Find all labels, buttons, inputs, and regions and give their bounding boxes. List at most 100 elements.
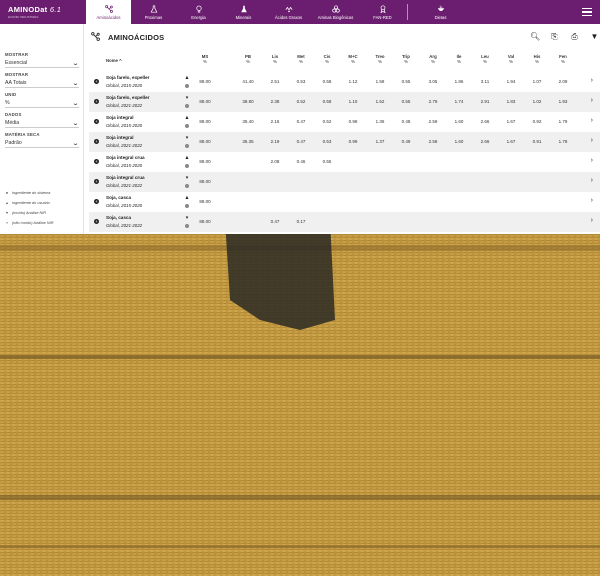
column-header-met[interactable]: Met%	[288, 54, 314, 68]
table-row[interactable]: + Soja farelo, expeller Global, 2021-2022 ▾…	[89, 92, 600, 112]
table-row[interactable]: + Soja farelo, expeller Global, 2015-2020 ▲…	[89, 72, 600, 92]
ingredient-region-period: Global, 2015-2020	[106, 163, 143, 168]
logo-text: AMINODat	[8, 5, 48, 14]
expand-row-button[interactable]: +	[94, 199, 99, 204]
table-row[interactable]: + Soja, casca Global, 2015-2020 ▲ 88.00 ›	[89, 192, 600, 212]
app-logo[interactable]: AMINODat 6.1 EVONIK INDUSTRIES	[0, 0, 86, 24]
chevron-right-icon[interactable]: ›	[591, 157, 593, 164]
person-icon: ▴	[5, 200, 8, 205]
filter-value: Padrão	[5, 140, 22, 146]
column-header-lis[interactable]: Lis%	[262, 54, 288, 68]
filter-select[interactable]: Padrão ⌄	[5, 140, 79, 148]
column-header-ile[interactable]: Ile%	[446, 54, 472, 68]
tab-proximas[interactable]: Proximas	[131, 0, 176, 24]
column-header-pb[interactable]: PB%	[235, 54, 261, 68]
tab-aminoacidos[interactable]: Aminoácidos	[86, 0, 131, 24]
column-header-trip[interactable]: Trip%	[393, 54, 419, 68]
cell-met: 0.17	[296, 219, 306, 224]
tab-fan-red[interactable]: FAN-RED	[360, 0, 405, 24]
expand-row-button[interactable]: +	[94, 139, 99, 144]
table-row[interactable]: + Soja integral crua Global, 2015-2020 ▲ 88.…	[89, 152, 600, 172]
cell-fen: 2.09	[558, 79, 568, 84]
column-header-m-c[interactable]: M+C%	[340, 54, 366, 68]
cell-leu: 2.91	[480, 99, 490, 104]
column-header-arg[interactable]: Arg%	[420, 54, 446, 68]
cell-ile: 1.60	[454, 139, 464, 144]
search-icon[interactable]: 🔍︎	[530, 32, 540, 41]
legend-user-ingredient: ▴ Ingrediente do usuário	[5, 200, 83, 205]
funnel-outline-icon: ▿	[5, 220, 8, 225]
page-title: AMINOÁCIDOS	[108, 33, 165, 42]
expand-row-button[interactable]: +	[94, 159, 99, 164]
filter-label: MOSTRAR	[5, 52, 29, 57]
cell-arg: 3.05	[428, 79, 438, 84]
tab-energia[interactable]: Energia	[176, 0, 221, 24]
table-row[interactable]: + Soja, casca Global, 2021-2022 ▾ 88.00 0.47 0…	[89, 212, 600, 232]
column-header-fen[interactable]: Fen%	[550, 54, 576, 68]
table-row[interactable]: + Soja integral crua Global, 2021-2022 ▾ 88.…	[89, 172, 600, 192]
header-unit: %	[535, 59, 539, 64]
column-header-cis[interactable]: Cis%	[314, 54, 340, 68]
column-header-name[interactable]: Nome ^	[106, 58, 136, 72]
column-header-leu[interactable]: Leu%	[472, 54, 498, 68]
table-row[interactable]: + Soja integral Global, 2021-2022 ▾ 88.00 35.…	[89, 132, 600, 152]
main-panel: AMINOÁCIDOS 🔍︎ ⎘ ⎙ ▼ Nome ^ MS% PB% Lis% Me…	[84, 24, 600, 234]
cell-his: 0.91	[532, 139, 542, 144]
expand-row-button[interactable]: +	[94, 99, 99, 104]
ingredient-name: Soja, casca	[106, 195, 132, 200]
tab-dietas[interactable]: Dietas	[418, 0, 463, 24]
tab-acidos-graxos[interactable]: Ácidos Graxos	[266, 0, 311, 24]
cell-cis: 0.58	[322, 79, 332, 84]
table-row[interactable]: + Soja integral Global, 2015-2020 ▲ 88.00 35.…	[89, 112, 600, 132]
expand-row-button[interactable]: +	[94, 79, 99, 84]
ingredient-name: Soja integral	[106, 135, 134, 140]
flask-icon	[150, 4, 157, 13]
cell-trip: 0.55	[401, 79, 411, 84]
drop-icon: ▲	[184, 154, 190, 162]
print-icon[interactable]: ⎙	[570, 32, 579, 41]
tab-minerais[interactable]: Minerais	[221, 0, 266, 24]
cell-arg: 2.59	[428, 119, 438, 124]
chevron-right-icon[interactable]: ›	[591, 217, 593, 224]
expand-row-button[interactable]: +	[94, 179, 99, 184]
ingredient-region-period: Global, 2015-2020	[106, 123, 143, 128]
cell-m-c: 1.10	[348, 99, 358, 104]
dot-icon	[185, 184, 189, 188]
filter-show-essential: MOSTRAR Essencial ⌄	[5, 52, 79, 68]
filter-select[interactable]: Essencial ⌄	[5, 60, 79, 68]
chevron-right-icon[interactable]: ›	[591, 117, 593, 124]
column-header-treo[interactable]: Treo%	[367, 54, 393, 68]
column-header-val[interactable]: Val%	[498, 54, 524, 68]
fatty-acid-icon	[285, 6, 292, 12]
filter-select[interactable]: % ⌄	[5, 100, 79, 108]
expand-row-button[interactable]: +	[94, 119, 99, 124]
dot-icon: ●	[5, 190, 9, 195]
filter-icon[interactable]: ▼	[590, 32, 599, 41]
funnel-icon: ▾	[185, 175, 189, 181]
ingredient-name: Soja integral crua	[106, 155, 145, 160]
cell-m-c: 1.12	[348, 79, 358, 84]
tab-aminas-biogenicas[interactable]: Aminas Biogênicas	[311, 0, 360, 24]
chevron-right-icon[interactable]: ›	[591, 177, 593, 184]
chevron-right-icon[interactable]: ›	[591, 137, 593, 144]
column-header-his[interactable]: His%	[524, 54, 550, 68]
cell-val: 1.94	[506, 79, 516, 84]
chevron-right-icon[interactable]: ›	[591, 97, 593, 104]
filter-select[interactable]: Média ⌄	[5, 120, 79, 128]
header-unit: %	[561, 59, 565, 64]
filter-label: MATÉRIA SECA	[5, 132, 40, 137]
expand-row-button[interactable]: +	[94, 219, 99, 224]
header-unit: %	[483, 59, 487, 64]
cell-trip: 0.55	[401, 99, 411, 104]
export-icon[interactable]: ⎘	[550, 32, 559, 41]
filter-show-totals: MOSTRAR AA Totais ⌄	[5, 72, 79, 88]
header-label: Nome	[106, 58, 118, 63]
column-header-ms[interactable]: MS%	[192, 54, 218, 68]
cell-lis: 2.08	[270, 159, 280, 164]
filter-data: DADOS Média ⌄	[5, 112, 79, 128]
drop-icon: ▲	[184, 74, 190, 82]
filter-select[interactable]: AA Totais ⌄	[5, 80, 79, 88]
menu-icon[interactable]	[582, 8, 592, 16]
chevron-right-icon[interactable]: ›	[591, 197, 593, 204]
chevron-right-icon[interactable]: ›	[591, 77, 593, 84]
